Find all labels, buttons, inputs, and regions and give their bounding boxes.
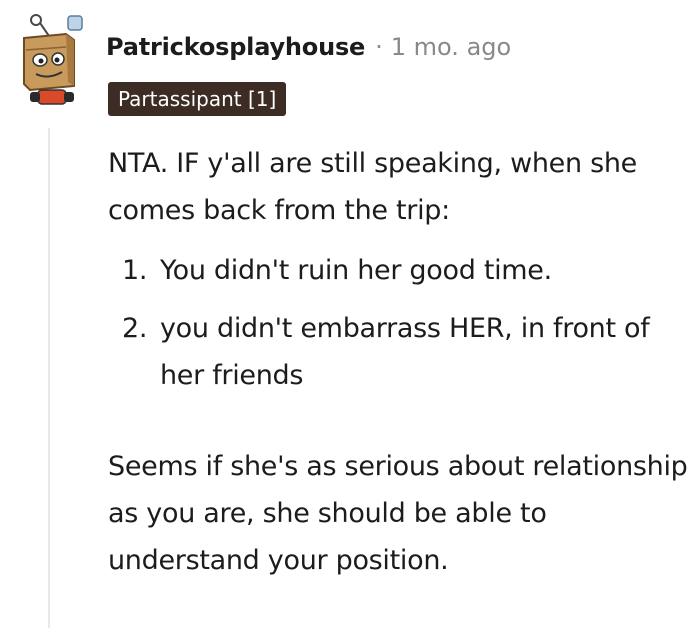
snoo-avatar-icon <box>23 14 83 105</box>
comment-paragraph: Seems if she's as serious about relation… <box>108 451 688 576</box>
comment-paragraph: NTA. IF y'all are still speaking, when s… <box>108 148 637 226</box>
comment-timestamp[interactable]: 1 mo. ago <box>391 33 511 61</box>
thread-collapse-line[interactable] <box>48 128 50 628</box>
comment: Patrickosplayhouse · 1 mo. ago Partassip… <box>0 0 700 628</box>
comment-list: 1. You didn't ruin her good time. 2. you… <box>108 247 693 399</box>
list-item-number: 2. <box>122 313 148 344</box>
list-item: 2. you didn't embarrass HER, in front of… <box>108 305 693 399</box>
user-flair-badge: Partassipant [1] <box>108 82 287 116</box>
user-avatar[interactable] <box>16 14 86 106</box>
comment-meta: Patrickosplayhouse · 1 mo. ago <box>106 30 511 64</box>
list-item: 1. You didn't ruin her good time. <box>108 247 693 294</box>
author-username[interactable]: Patrickosplayhouse <box>106 33 365 61</box>
list-item-text: you didn't embarrass HER, in front of he… <box>160 313 650 391</box>
list-item-text: You didn't ruin her good time. <box>160 255 552 286</box>
comment-body: NTA. IF y'all are still speaking, when s… <box>108 140 693 584</box>
meta-separator: · <box>375 33 383 61</box>
list-item-number: 1. <box>122 255 148 286</box>
